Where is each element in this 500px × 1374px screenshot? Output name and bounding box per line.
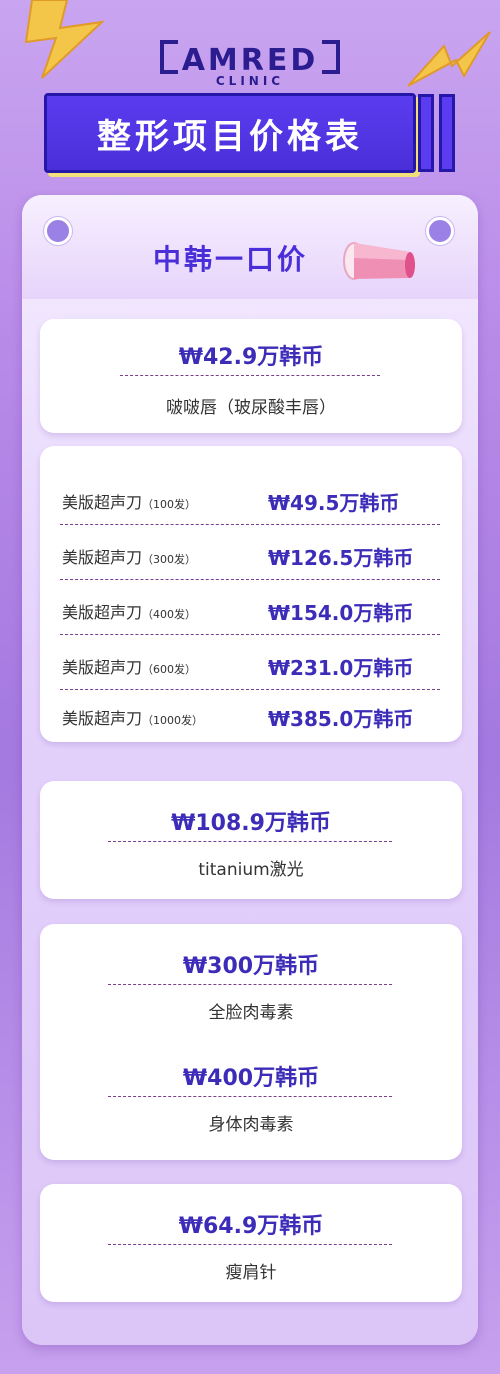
decorative-bars bbox=[418, 94, 460, 176]
item-price: ₩154.0万韩币 bbox=[268, 601, 414, 625]
pin-left-icon bbox=[44, 217, 72, 245]
item-card-shoulder: ₩64.9万韩币 瘦肩针 bbox=[40, 1184, 462, 1302]
item-price: ₩42.9万韩币 bbox=[178, 345, 324, 370]
item-price: ₩300万韩币 bbox=[182, 954, 320, 979]
divider bbox=[108, 841, 392, 842]
item-name: 身体肉毒素 bbox=[208, 1115, 294, 1135]
item-name: 美版超声刀（1000发） bbox=[62, 709, 204, 728]
divider bbox=[120, 375, 380, 376]
item-name: 全脸肉毒素 bbox=[208, 1003, 294, 1023]
page-title: 整形项目价格表 bbox=[97, 116, 363, 157]
item-price: ₩126.5万韩币 bbox=[268, 546, 414, 570]
item-name: 瘦肩针 bbox=[225, 1263, 277, 1283]
item-card-lip: ₩42.9万韩币 啵啵唇（玻尿酸丰唇） bbox=[40, 319, 462, 433]
clinic-logo: AMRED CLINIC bbox=[0, 40, 500, 88]
item-name: 美版超声刀（100发） bbox=[62, 493, 197, 512]
item-name: 美版超声刀（600发） bbox=[62, 658, 197, 677]
item-price: ₩385.0万韩币 bbox=[268, 707, 414, 731]
item-card-ulthera: 美版超声刀（100发） ₩49.5万韩币 美版超声刀（300发） ₩126.5万… bbox=[40, 446, 462, 742]
item-card-botox: ₩300万韩币 全脸肉毒素 ₩400万韩币 身体肉毒素 bbox=[40, 924, 462, 1160]
item-name: 啵啵唇（玻尿酸丰唇） bbox=[166, 398, 336, 418]
divider bbox=[60, 634, 440, 635]
item-price: ₩108.9万韩币 bbox=[171, 811, 331, 836]
item-price: ₩231.0万韩币 bbox=[268, 656, 414, 680]
divider bbox=[60, 579, 440, 580]
divider bbox=[108, 1096, 392, 1097]
divider bbox=[60, 524, 440, 525]
section-title: 中韩一口价 bbox=[153, 243, 309, 276]
item-price: ₩400万韩币 bbox=[182, 1066, 320, 1091]
title-banner: 整形项目价格表 bbox=[44, 93, 416, 173]
megaphone-icon bbox=[343, 242, 415, 280]
pin-right-icon bbox=[426, 217, 454, 245]
divider bbox=[108, 984, 392, 985]
item-price: ₩49.5万韩币 bbox=[268, 491, 400, 515]
logo-subtext: CLINIC bbox=[215, 74, 285, 88]
item-name: 美版超声刀（400发） bbox=[62, 603, 197, 622]
logo-text: AMRED bbox=[181, 43, 319, 78]
item-name: 美版超声刀（300发） bbox=[62, 548, 197, 567]
item-price: ₩64.9万韩币 bbox=[178, 1214, 324, 1239]
divider bbox=[60, 689, 440, 690]
divider bbox=[108, 1244, 392, 1245]
item-name: titanium激光 bbox=[198, 860, 304, 880]
item-card-titanium: ₩108.9万韩币 titanium激光 bbox=[40, 781, 462, 899]
